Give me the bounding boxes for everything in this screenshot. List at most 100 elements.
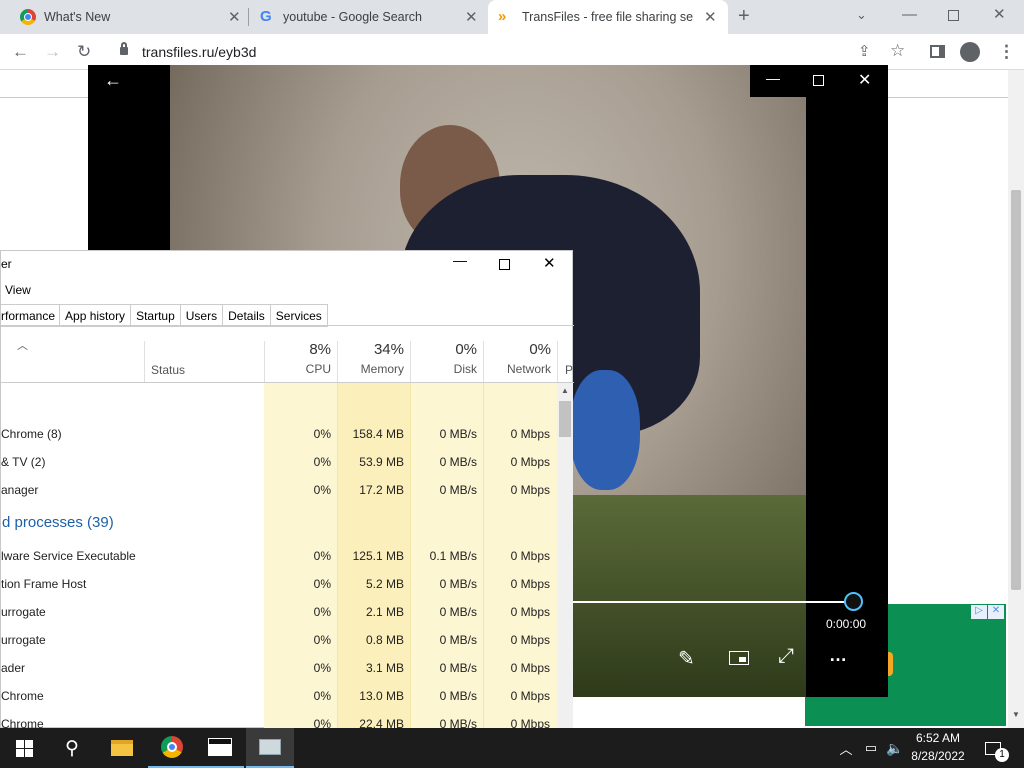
search-icon[interactable]: ⚲ [48,728,96,768]
seek-bar[interactable] [573,601,853,603]
process-row[interactable]: & TV (2) 0% 53.9 MB 0 MB/s 0 Mbps [1,448,557,476]
column-status[interactable]: Status [151,363,185,377]
window-title: er [1,257,12,271]
page-scrollbar[interactable]: ▼ [1008,70,1024,728]
fullscreen-icon[interactable]: ⤢ [778,645,794,668]
url-text: transfiles.ru/eyb3d [142,44,257,60]
menu-view[interactable]: View [5,283,31,297]
start-button[interactable] [0,728,48,768]
column-network[interactable]: 0% Network [484,341,557,376]
movies-tv-icon[interactable] [196,728,244,768]
cell-name: & TV (2) [1,455,46,469]
process-row[interactable]: ader 0% 3.1 MB 0 MB/s 0 Mbps [1,654,557,682]
tm-close-button[interactable]: ✕ [543,254,556,272]
chrome-taskbar-icon[interactable] [148,728,196,768]
new-tab-button[interactable]: + [738,5,750,28]
seek-thumb[interactable] [844,592,863,611]
notification-center-icon[interactable]: 1 [980,728,1009,768]
ad-close-icon[interactable]: ✕ [988,605,1004,619]
reload-icon[interactable]: ↻ [77,42,91,62]
process-row[interactable]: tion Frame Host 0% 5.2 MB 0 MB/s 0 Mbps [1,570,557,598]
file-explorer-icon[interactable] [98,728,146,768]
column-disk[interactable]: 0% Disk [411,341,483,376]
cell-disk: 0 MB/s [439,689,477,703]
tm-maximize-button[interactable] [499,259,510,270]
clock-date: 8/28/2022 [911,749,965,763]
close-window-button[interactable]: ✕ [993,5,1006,23]
share-icon[interactable]: ⇪ [858,42,871,62]
profile-avatar-icon[interactable] [960,42,980,62]
tab-details[interactable]: Details [223,304,271,327]
close-icon[interactable]: ✕ [228,8,241,26]
process-row[interactable]: Chrome (8) 0% 158.4 MB 0 MB/s 0 Mbps [1,420,557,448]
tab-startup[interactable]: Startup [131,304,181,327]
ad-choices-icon[interactable]: ▷ [971,605,987,619]
star-icon[interactable]: ☆ [890,41,905,61]
lock-icon-shackle [121,42,127,49]
cell-disk: 0 MB/s [439,455,477,469]
process-row[interactable]: urrogate 0% 0.8 MB 0 MB/s 0 Mbps [1,626,557,654]
cell-disk: 0 MB/s [439,605,477,619]
tm-scrollbar[interactable]: ▲ [557,383,573,729]
tab-users[interactable]: Users [180,304,224,327]
minimize-button[interactable]: — [902,6,917,23]
cell-network: 0 Mbps [510,549,550,563]
menu-dots-icon[interactable]: ⋮ [998,42,1015,62]
clock[interactable]: 6:52 AM 8/28/2022 [906,731,970,763]
sort-chevron-icon[interactable]: ︿ [17,337,28,353]
notification-badge: 1 [995,747,1009,762]
cell-memory: 5.2 MB [365,577,404,591]
scroll-up-arrow[interactable]: ▲ [561,386,569,395]
windows-logo-icon [15,739,33,757]
cell-memory: 2.1 MB [365,605,404,619]
player-back-icon[interactable]: ← [104,70,122,91]
tab-app-history[interactable]: App history [60,304,132,327]
transfiles-icon: » [498,8,507,25]
page-divider [0,97,90,98]
scroll-down-arrow[interactable]: ▼ [1012,710,1020,719]
cell-cpu: 0% [313,549,331,563]
process-row[interactable]: urrogate 0% 2.1 MB 0 MB/s 0 Mbps [1,598,557,626]
player-minimize-button[interactable]: — [766,70,780,86]
player-close-button[interactable]: ✕ [858,70,871,90]
cell-name: Chrome (8) [1,427,62,441]
tab-performance[interactable]: rformance [1,304,61,327]
tab-youtube-search[interactable]: G youtube - Google Search ✕ [249,0,487,34]
group-header-background[interactable]: d processes (39) [2,514,114,531]
player-maximize-button[interactable] [813,75,824,86]
tab-whats-new[interactable]: What's New ✕ [8,0,248,34]
scrollbar-thumb[interactable] [1011,190,1021,590]
process-row[interactable]: lware Service Executable 0% 125.1 MB 0.1 MB… [1,542,557,570]
side-panel-icon[interactable] [930,45,945,58]
cell-memory: 13.0 MB [359,689,404,703]
column-power[interactable]: P [565,363,573,377]
close-icon[interactable]: ✕ [465,8,478,26]
cell-disk: 0.1 MB/s [429,549,477,563]
cell-memory: 17.2 MB [359,483,404,497]
mini-view-icon[interactable] [729,651,749,665]
column-cpu[interactable]: 8% CPU [265,341,337,376]
volume-icon[interactable]: 🔈 [884,728,906,768]
edit-pencil-icon[interactable]: ✎ [678,646,695,671]
process-row[interactable]: Chrome 0% 13.0 MB 0 MB/s 0 Mbps [1,682,557,710]
cell-cpu: 0% [313,483,331,497]
cell-network: 0 Mbps [510,427,550,441]
forward-icon[interactable]: → [44,42,61,62]
tm-minimize-button[interactable]: — [453,252,467,268]
restore-button[interactable] [948,10,959,21]
task-manager-window: er — ✕ View rformance App history Startu… [0,250,574,759]
network-icon[interactable]: ▭ [860,728,882,768]
scrollbar-thumb[interactable] [559,401,571,437]
show-hidden-icons-chevron[interactable]: ︿ [836,728,856,768]
task-manager-taskbar-icon[interactable] [246,728,294,768]
close-icon[interactable]: ✕ [704,8,717,26]
column-memory[interactable]: 34% Memory [338,341,410,376]
back-icon[interactable]: ← [12,42,29,62]
more-options-icon[interactable]: … [829,645,847,666]
tab-services[interactable]: Services [270,304,328,327]
process-row[interactable]: anager 0% 17.2 MB 0 MB/s 0 Mbps [1,476,557,504]
tab-search-icon[interactable]: ⌄ [856,7,867,23]
tab-transfiles[interactable]: » TransFiles - free file sharing servi ✕ [488,0,728,34]
cell-name: ader [1,661,26,675]
omnibox[interactable]: transfiles.ru/eyb3d [110,39,850,65]
